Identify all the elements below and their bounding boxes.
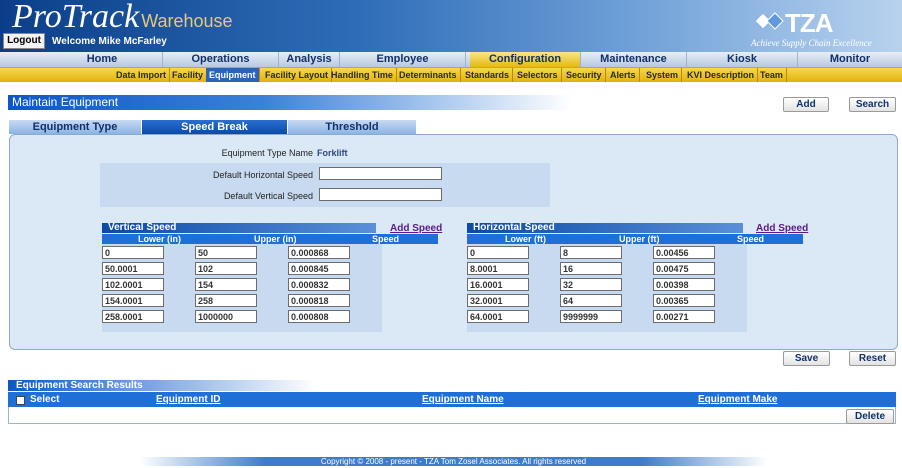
subnav-determinants[interactable]: Determinants [396, 68, 461, 82]
vertical-speed-input[interactable]: 0.000832 [288, 278, 350, 291]
results-header: Select Equipment ID Equipment Name Equip… [8, 392, 896, 407]
col-equipment-name[interactable]: Equipment Name [422, 392, 504, 407]
vertical-lower-input[interactable]: 50.0001 [102, 262, 164, 275]
equipment-type-value: Forklift [317, 148, 348, 158]
horizontal-col-speed: Speed [737, 234, 765, 244]
subnav-selectors[interactable]: Selectors [514, 68, 562, 82]
subnav-equipment[interactable]: Equipment [206, 68, 260, 82]
reset-button[interactable]: Reset [849, 351, 896, 366]
tab-threshold[interactable]: Threshold [288, 120, 416, 134]
vertical-lower-input[interactable]: 258.0001 [102, 310, 164, 323]
tza-tagline: Achieve Supply Chain Excellence [751, 38, 872, 48]
subnav-handling-time[interactable]: Handling Time [328, 68, 397, 82]
horizontal-lower-input[interactable]: 32.0001 [467, 294, 529, 307]
vertical-lower-input[interactable]: 102.0001 [102, 278, 164, 291]
vertical-upper-input[interactable]: 102 [195, 262, 257, 275]
equipment-type-label: Equipment Type Name [221, 148, 313, 158]
vertical-col-lower: Lower (in) [138, 234, 181, 244]
horizontal-speed-input[interactable]: 0.00365 [653, 294, 715, 307]
subnav-security[interactable]: Security [563, 68, 606, 82]
results-body [8, 407, 896, 424]
subnav-facility-layout[interactable]: Facility Layout [262, 68, 333, 82]
horizontal-col-lower: Lower (ft) [505, 234, 546, 244]
subnav-team[interactable]: Team [757, 68, 787, 82]
horizontal-speed-input[interactable]: 0.00398 [653, 278, 715, 291]
horizontal-lower-input[interactable]: 16.0001 [467, 278, 529, 291]
vertical-lower-input[interactable]: 154.0001 [102, 294, 164, 307]
vertical-upper-input[interactable]: 1000000 [195, 310, 257, 323]
vertical-upper-input[interactable]: 50 [195, 246, 257, 259]
page-title: Maintain Equipment [8, 95, 572, 110]
vertical-upper-input[interactable]: 258 [195, 294, 257, 307]
vertical-speed-input[interactable]: 0.000845 [288, 262, 350, 275]
logout-button[interactable]: Logout [3, 33, 45, 49]
vertical-add-speed-link[interactable]: Add Speed [390, 223, 442, 234]
vertical-upper-input[interactable]: 154 [195, 278, 257, 291]
vertical-speed-input[interactable]: 0.000808 [288, 310, 350, 323]
nav-kiosk[interactable]: Kiosk [687, 52, 798, 67]
horizontal-lower-input[interactable]: 8.0001 [467, 262, 529, 275]
subnav-facility[interactable]: Facility [169, 68, 208, 82]
vertical-speed-input[interactable]: 0.000818 [288, 294, 350, 307]
default-horizontal-label: Default Horizontal Speed [212, 170, 313, 180]
select-all-checkbox[interactable] [16, 396, 25, 405]
search-button[interactable]: Search [849, 97, 896, 112]
tab-equipment-type[interactable]: Equipment Type [9, 120, 141, 134]
horizontal-upper-input[interactable]: 16 [560, 262, 622, 275]
horizontal-upper-input[interactable]: 9999999 [560, 310, 622, 323]
subnav-standards[interactable]: Standards [462, 68, 514, 82]
select-label: Select [30, 394, 60, 405]
vertical-column-header: Lower (in) Upper (in) Speed [102, 234, 438, 244]
sub-nav: Data Import Facility Equipment Facility … [0, 68, 902, 82]
horizontal-lower-input[interactable]: 0 [467, 246, 529, 259]
nav-maintenance[interactable]: Maintenance [581, 52, 687, 67]
welcome-text: Welcome Mike McFarley [52, 36, 167, 47]
delete-button[interactable]: Delete [846, 409, 894, 424]
protrack-logo: ProTrack Warehouse [12, 0, 233, 36]
nav-configuration[interactable]: Configuration [470, 52, 581, 67]
nav-operations[interactable]: Operations [163, 52, 279, 67]
horizontal-speed-title: Horizontal Speed [467, 223, 743, 233]
horizontal-speed-input[interactable]: 0.00271 [653, 310, 715, 323]
horizontal-upper-input[interactable]: 8 [560, 246, 622, 259]
main-nav: Home Operations Analysis Employee Config… [0, 52, 902, 68]
horizontal-speed-input[interactable]: 0.00475 [653, 262, 715, 275]
horizontal-col-upper: Upper (ft) [619, 234, 660, 244]
vertical-speed-title: Vertical Speed [102, 223, 376, 233]
horizontal-upper-input[interactable]: 32 [560, 278, 622, 291]
nav-analysis[interactable]: Analysis [279, 52, 340, 67]
default-vertical-input[interactable] [319, 188, 442, 201]
horizontal-speed-input[interactable]: 0.00456 [653, 246, 715, 259]
horizontal-add-speed-link[interactable]: Add Speed [756, 223, 808, 234]
col-equipment-make[interactable]: Equipment Make [698, 392, 777, 407]
subnav-system[interactable]: System [643, 68, 683, 82]
diamond-logo-icon [754, 12, 784, 30]
subnav-alerts[interactable]: Alerts [607, 68, 640, 82]
col-equipment-id[interactable]: Equipment ID [156, 392, 220, 407]
tza-logo: TZA Achieve Supply Chain Excellence [747, 8, 872, 50]
default-vertical-label: Default Vertical Speed [223, 191, 313, 201]
horizontal-lower-input[interactable]: 64.0001 [467, 310, 529, 323]
horizontal-column-header: Lower (ft) Upper (ft) Speed [467, 234, 803, 244]
add-button[interactable]: Add [783, 97, 829, 112]
subnav-data-import[interactable]: Data Import [113, 68, 171, 82]
results-title: Equipment Search Results [8, 380, 316, 391]
app-header: ProTrack Warehouse Logout Welcome Mike Mc… [0, 0, 902, 52]
footer-copyright: Copyright © 2008 - present - TZA Tom Zos… [140, 457, 767, 466]
vertical-speed-input[interactable]: 0.000868 [288, 246, 350, 259]
vertical-col-upper: Upper (in) [254, 234, 297, 244]
nav-home[interactable]: Home [42, 52, 163, 67]
horizontal-upper-input[interactable]: 64 [560, 294, 622, 307]
save-button[interactable]: Save [783, 351, 830, 366]
tab-speed-break[interactable]: Speed Break [142, 120, 287, 134]
nav-employee[interactable]: Employee [340, 52, 466, 67]
logo-main-text: ProTrack [12, 0, 140, 35]
nav-monitor[interactable]: Monitor [798, 52, 902, 67]
vertical-lower-input[interactable]: 0 [102, 246, 164, 259]
tza-brand-text: TZA [785, 8, 834, 38]
vertical-col-speed: Speed [372, 234, 400, 244]
default-horizontal-input[interactable] [319, 167, 442, 180]
logo-sub-text: Warehouse [141, 11, 233, 31]
subnav-kvi-description[interactable]: KVI Description [684, 68, 759, 82]
